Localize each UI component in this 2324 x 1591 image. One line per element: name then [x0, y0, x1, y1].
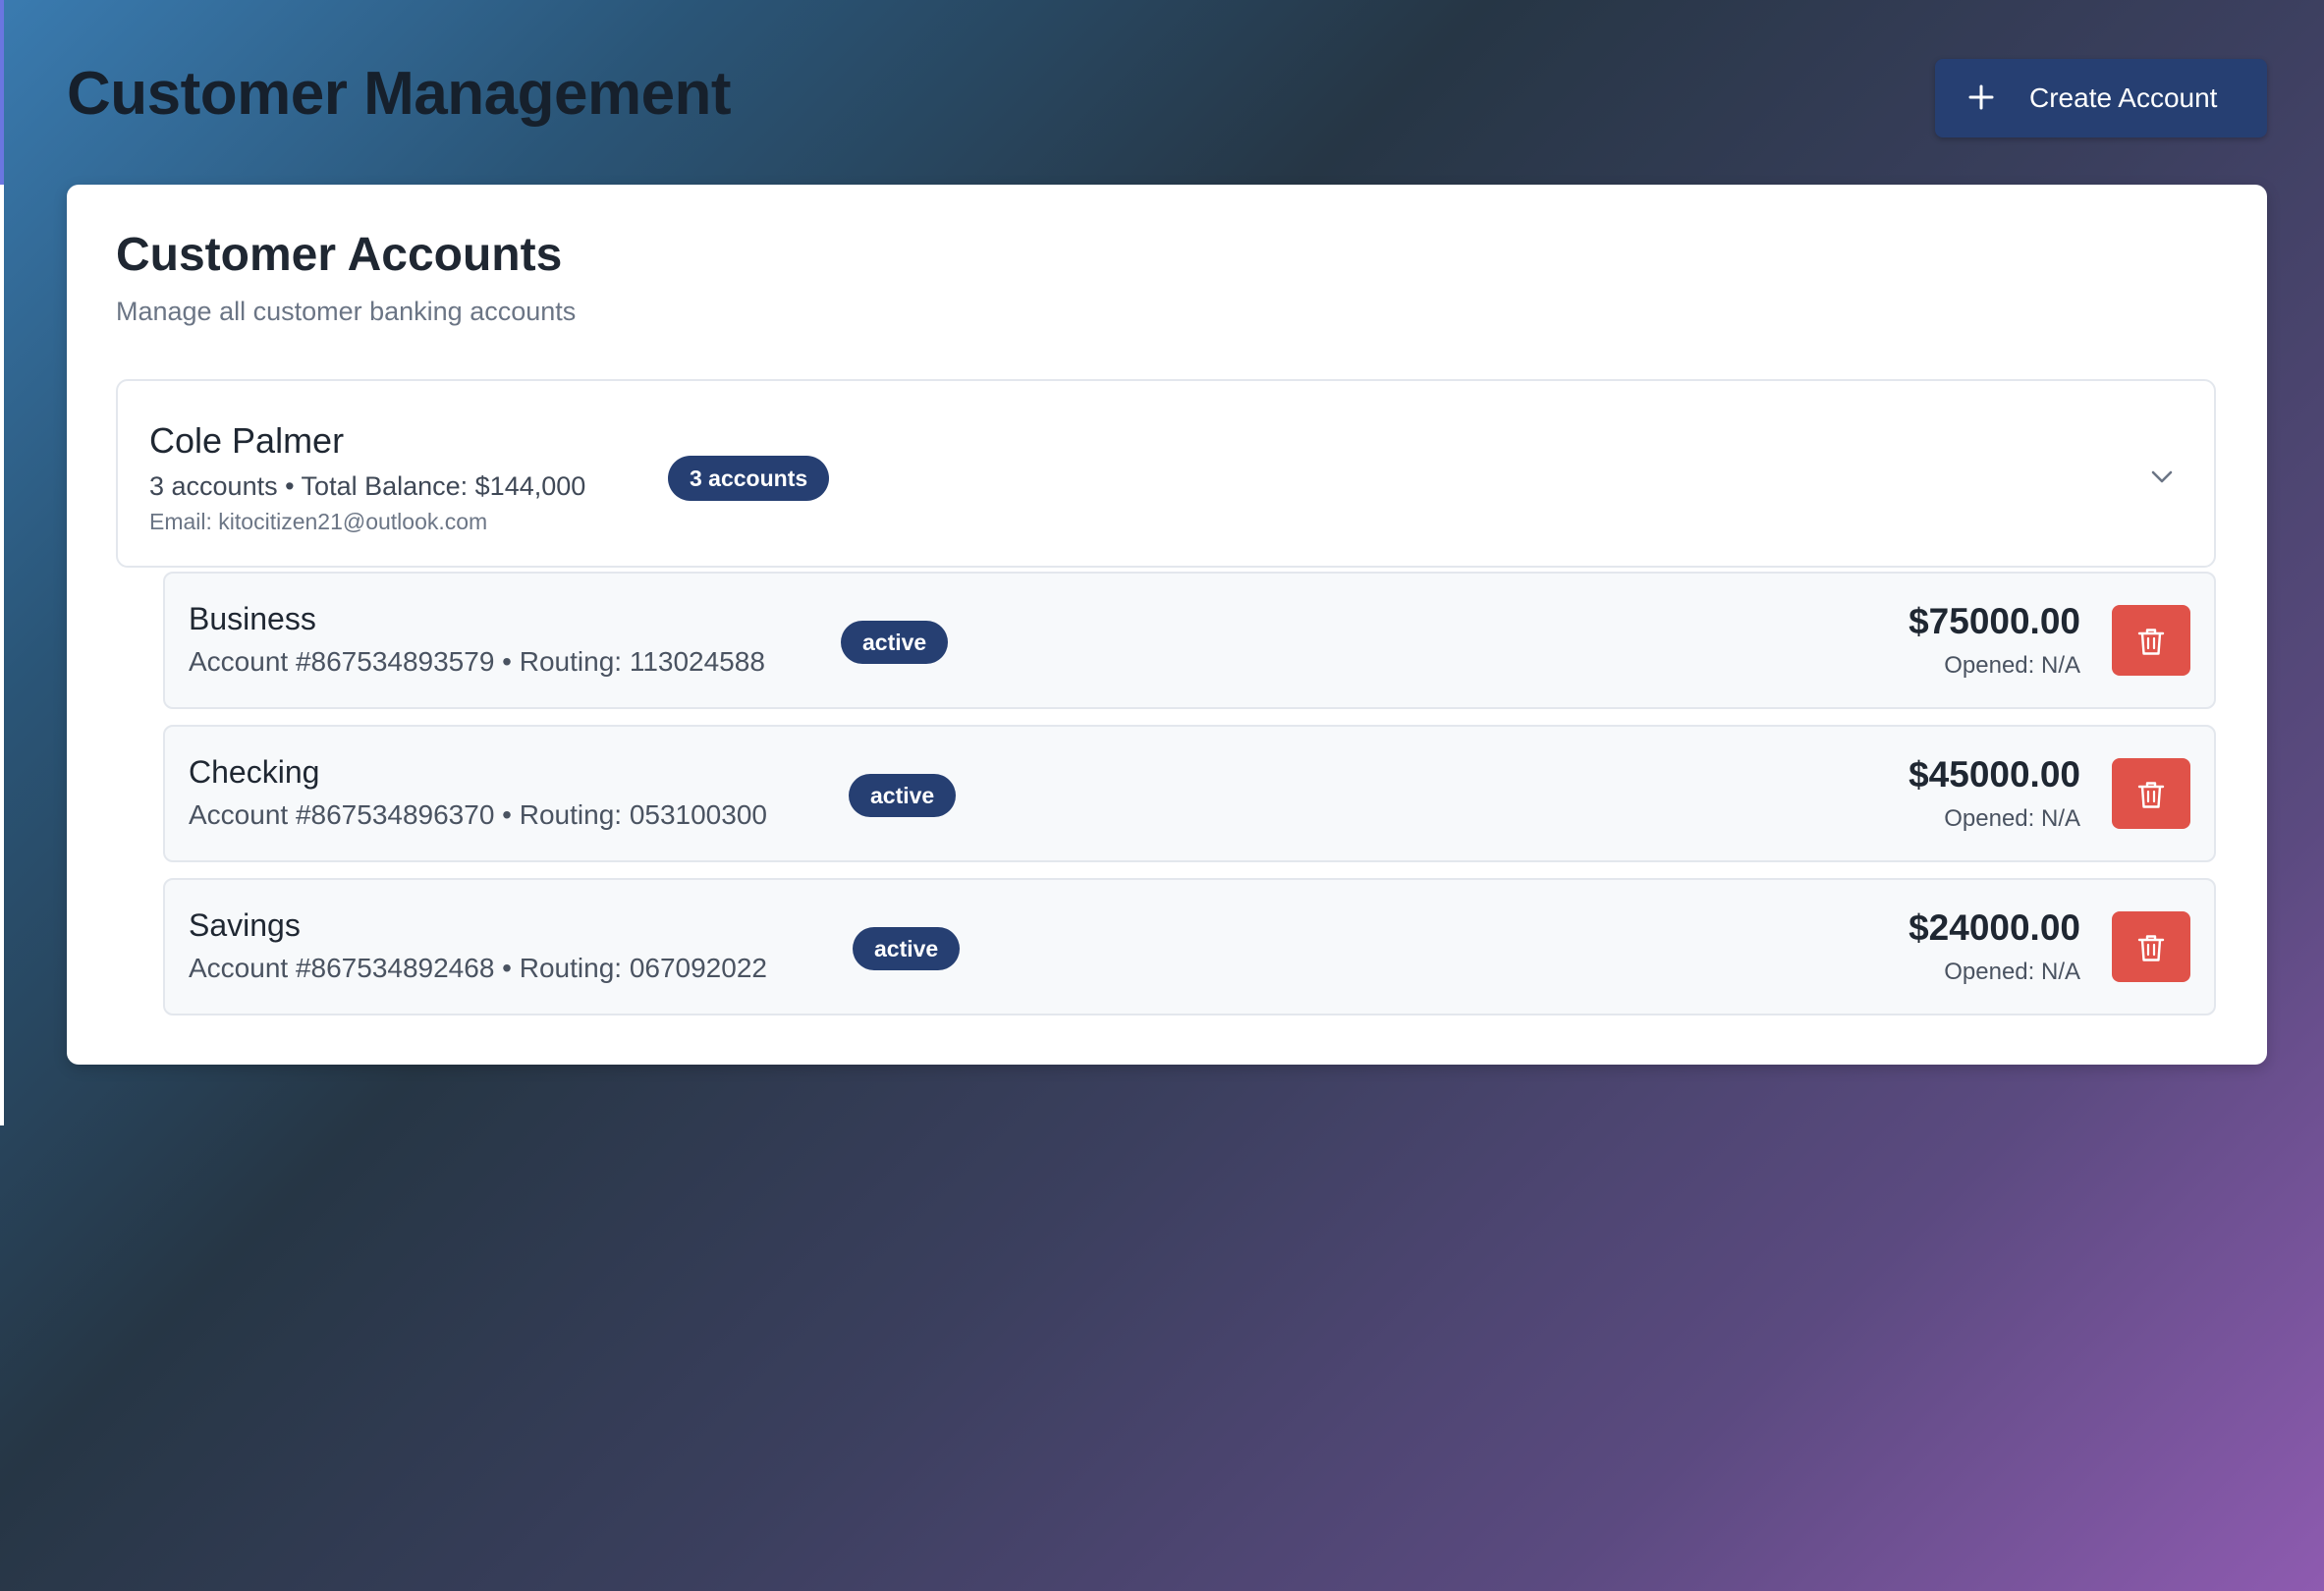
delete-account-button[interactable]	[2112, 758, 2190, 829]
status-badge: active	[853, 927, 961, 970]
account-row-checking: Checking Account #867534896370 • Routing…	[163, 725, 2216, 862]
account-count-badge: 3 accounts	[668, 456, 830, 501]
customer-email: Email: kitocitizen21@outlook.com	[149, 509, 488, 534]
customer-name: Cole Palmer	[149, 420, 345, 461]
account-row-savings: Savings Account #867534892468 • Routing:…	[163, 878, 2216, 1015]
trash-icon	[2137, 629, 2165, 655]
delete-account-button[interactable]	[2112, 911, 2190, 982]
customer-accounts-card: Customer Accounts Manage all customer ba…	[67, 185, 2267, 1065]
status-badge: active	[849, 774, 957, 817]
customer-summary: 3 accounts • Total Balance: $144,000	[149, 471, 586, 501]
account-opened: Opened: N/A	[1944, 652, 2080, 679]
account-balance: $24000.00	[1909, 907, 2080, 948]
account-balance: $75000.00	[1909, 601, 2080, 641]
account-type: Business	[189, 601, 316, 636]
account-details: Account #867534893579 • Routing: 1130245…	[189, 646, 765, 677]
trash-icon	[2137, 935, 2165, 961]
create-account-label: Create Account	[2029, 82, 2218, 113]
account-type: Checking	[189, 754, 320, 790]
account-details: Account #867534892468 • Routing: 0670920…	[189, 953, 767, 983]
trash-icon	[2137, 782, 2165, 808]
account-balance: $45000.00	[1909, 754, 2080, 795]
account-opened: Opened: N/A	[1944, 959, 2080, 985]
create-account-button[interactable]: Create Account	[1935, 59, 2267, 137]
status-badge: active	[841, 621, 949, 664]
plus-icon	[1968, 84, 1994, 110]
chevron-down-icon[interactable]	[2147, 462, 2177, 491]
card-subtitle: Manage all customer banking accounts	[116, 297, 577, 326]
left-edge-accent	[0, 0, 4, 185]
account-opened: Opened: N/A	[1944, 805, 2080, 832]
account-row-business: Business Account #867534893579 • Routing…	[163, 572, 2216, 709]
card-title: Customer Accounts	[116, 229, 563, 281]
delete-account-button[interactable]	[2112, 605, 2190, 676]
customer-group-header[interactable]: Cole Palmer 3 accounts • Total Balance: …	[116, 379, 2216, 568]
account-type: Savings	[189, 907, 301, 943]
account-details: Account #867534896370 • Routing: 0531003…	[189, 799, 767, 830]
page-title: Customer Management	[67, 60, 732, 128]
